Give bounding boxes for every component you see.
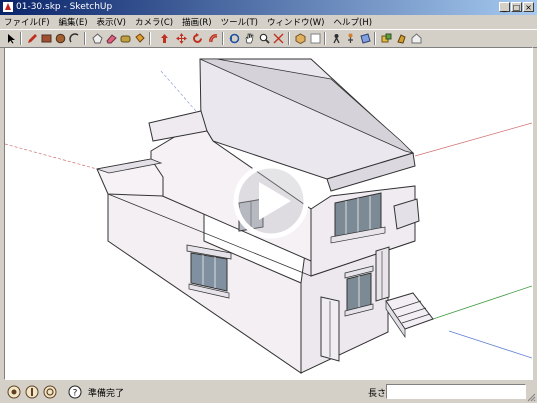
zoom-extents-icon[interactable] (272, 32, 284, 44)
user-icon[interactable] (43, 385, 57, 399)
toolbar-separator (222, 32, 224, 45)
section-plane-icon[interactable] (359, 32, 371, 44)
sketchup-logo-icon (3, 2, 13, 12)
credits-icon[interactable] (25, 385, 39, 399)
zoom-icon[interactable] (258, 32, 270, 44)
minimize-button[interactable]: _ (499, 2, 510, 12)
walk-icon[interactable] (309, 32, 321, 44)
position-camera-icon[interactable] (344, 32, 356, 44)
main-toolbar (0, 29, 537, 48)
offset-icon[interactable] (207, 32, 219, 44)
rectangle-icon[interactable] (40, 32, 52, 44)
iso-view-icon[interactable] (294, 32, 306, 44)
toolbar-separator (374, 32, 376, 45)
title-bar[interactable]: 01-30.skp - SketchUp _ □ × (0, 0, 537, 15)
orbit-icon[interactable] (228, 32, 240, 44)
ground-window-front (344, 265, 374, 317)
ground-window-left (186, 244, 232, 299)
menu-bar: ファイル(F) 編集(E) 表示(V) カメラ(C) 描画(R) ツール(T) … (0, 15, 537, 28)
move-icon[interactable] (175, 32, 187, 44)
tape-measure-icon[interactable] (119, 32, 131, 44)
warehouse-icon[interactable] (410, 32, 422, 44)
menu-help[interactable]: ヘルプ(H) (334, 16, 373, 28)
toolbar-separator (324, 32, 326, 45)
toolbar-separator (20, 32, 22, 45)
resize-grip-icon[interactable] (526, 392, 536, 402)
close-button[interactable]: × (523, 2, 534, 12)
toolbar-separator (84, 32, 86, 45)
front-door (375, 246, 390, 302)
circle-icon[interactable] (54, 32, 66, 44)
toolbar-separator (149, 32, 151, 45)
geo-location-icon[interactable] (7, 385, 21, 399)
status-message: 準備完了 (88, 389, 125, 399)
paint-bucket-icon[interactable] (133, 32, 145, 44)
arc-icon[interactable] (68, 32, 80, 44)
push-pull-icon[interactable] (158, 32, 170, 44)
status-bar: ? 準備完了 長さ (0, 381, 537, 403)
menu-camera[interactable]: カメラ(C) (135, 16, 173, 28)
menu-draw[interactable]: 描画(R) (182, 16, 212, 28)
sketchup-window: 01-30.skp - SketchUp _ □ × ファイル(F) 編集(E)… (0, 0, 537, 403)
menu-file[interactable]: ファイル(F) (4, 16, 50, 28)
measurements-input[interactable] (386, 384, 526, 399)
menu-tools[interactable]: ツール(T) (221, 16, 258, 28)
materials-icon[interactable] (395, 32, 407, 44)
house-model (5, 48, 532, 379)
pencil-icon[interactable] (26, 32, 38, 44)
measurements-label: 長さ (368, 389, 387, 399)
eraser-icon[interactable] (105, 32, 117, 44)
menu-view[interactable]: 表示(V) (97, 16, 126, 28)
menu-window[interactable]: ウィンドウ(W) (267, 16, 325, 28)
window-title: 01-30.skp - SketchUp (16, 2, 113, 12)
polygon-icon[interactable] (91, 32, 103, 44)
maximize-button[interactable]: □ (511, 2, 522, 12)
select-icon[interactable] (5, 32, 17, 44)
window-controls: _ □ × (499, 2, 534, 12)
rotate-icon[interactable] (191, 32, 203, 44)
svg-text:?: ? (73, 389, 78, 399)
look-around-icon[interactable] (330, 32, 342, 44)
model-viewport[interactable] (4, 47, 533, 380)
play-overlay (233, 163, 309, 239)
menu-edit[interactable]: 編集(E) (59, 16, 88, 28)
pan-icon[interactable] (243, 32, 255, 44)
components-icon[interactable] (380, 32, 392, 44)
toolbar-separator (288, 32, 290, 45)
help-icon[interactable]: ? (68, 385, 82, 399)
left-door (320, 296, 340, 362)
